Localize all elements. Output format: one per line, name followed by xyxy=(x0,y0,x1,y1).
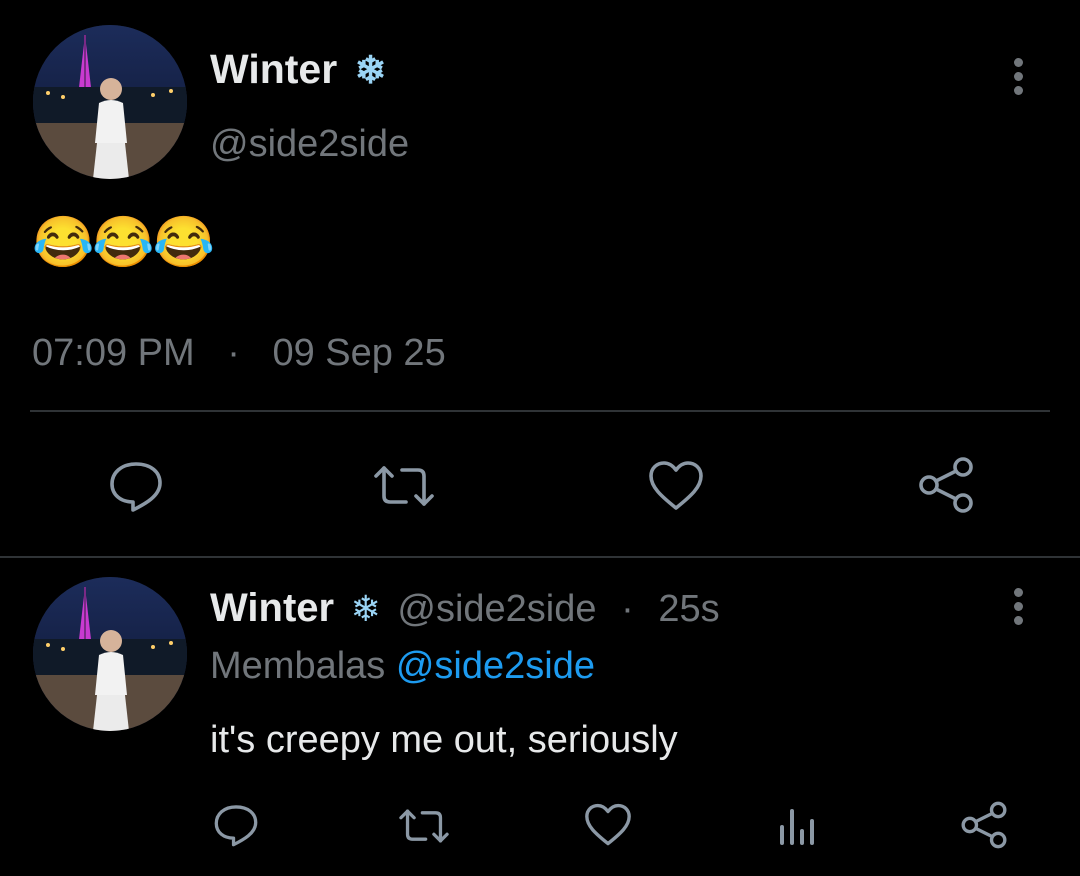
avatar[interactable] xyxy=(33,25,187,179)
tweet-content: 😂😂😂 xyxy=(32,210,215,274)
reply-author-name[interactable]: Winter xyxy=(210,586,334,630)
like-icon[interactable] xyxy=(644,456,708,516)
snowflake-icon: ❄ xyxy=(350,588,381,629)
reply-share-icon[interactable] xyxy=(956,798,1012,852)
replying-to: Membalas @side2side xyxy=(210,642,595,690)
more-options-icon[interactable] xyxy=(1012,58,1024,95)
retweet-icon[interactable] xyxy=(368,456,440,516)
reply-icon[interactable] xyxy=(104,456,168,516)
divider xyxy=(30,410,1050,412)
reply-text: it's creepy me out, seriously xyxy=(210,719,678,761)
reply-time: 25s xyxy=(658,588,720,630)
reply-header: Winter ❄ @side2side · 25s xyxy=(210,584,720,633)
tweet-date: 09 Sep 25 xyxy=(272,332,446,374)
author-handle[interactable]: @side2side xyxy=(210,121,409,167)
reply-reply-icon[interactable] xyxy=(210,800,262,850)
snowflake-icon: ❄ xyxy=(354,50,387,92)
timestamp-separator: · xyxy=(227,332,240,374)
tweet-emoji-text: 😂😂😂 xyxy=(32,214,215,270)
tweet-timestamp: 07:09 PM · 09 Sep 25 xyxy=(32,330,446,376)
views-icon[interactable] xyxy=(770,800,822,850)
replying-to-handle[interactable]: @side2side xyxy=(396,645,595,687)
reply-more-options-icon[interactable] xyxy=(1012,588,1024,625)
tweet-time: 07:09 PM xyxy=(32,332,195,374)
reply-retweet-icon[interactable] xyxy=(394,802,454,850)
author-name[interactable]: Winter ❄ xyxy=(210,44,386,96)
reply-like-icon[interactable] xyxy=(580,800,636,850)
author-name-text[interactable]: Winter xyxy=(210,46,337,92)
reply-avatar[interactable] xyxy=(33,577,187,731)
reply-separator: · xyxy=(621,588,634,630)
share-icon[interactable] xyxy=(914,454,978,516)
replying-label: Membalas xyxy=(210,645,386,687)
section-divider xyxy=(0,556,1080,558)
reply-handle[interactable]: @side2side xyxy=(397,588,596,630)
